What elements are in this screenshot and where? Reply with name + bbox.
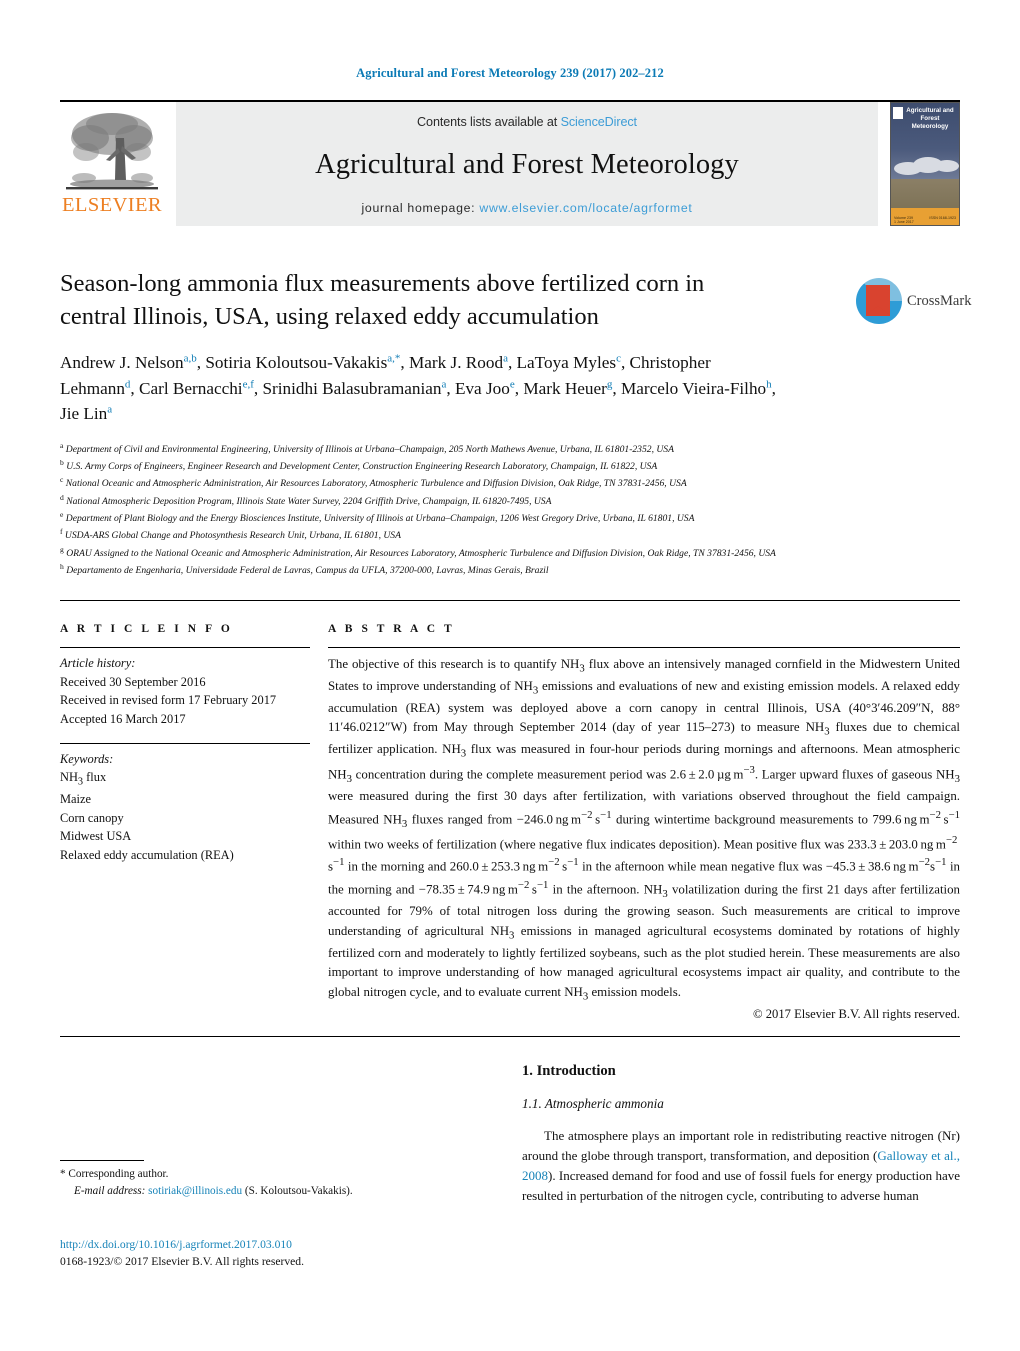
journal-title: Agricultural and Forest Meteorology bbox=[315, 149, 739, 180]
contents-prefix: Contents lists available at bbox=[417, 115, 561, 129]
cover-issn: ISSN 0168-1923 bbox=[929, 216, 956, 220]
keywords-label: Keywords: bbox=[60, 751, 114, 766]
abstract-column: A B S T R A C T The objective of this re… bbox=[328, 623, 960, 1022]
divider-below-abstract bbox=[60, 1036, 960, 1038]
author-list: Andrew J. Nelsona,b, Sotiria Koloutsou-V… bbox=[60, 352, 776, 424]
keywords-wrapper: Keywords: NH3 flux Maize Corn canopy Midwes… bbox=[60, 729, 310, 865]
subsection-heading-atmospheric-ammonia: 1.1. Atmospheric ammonia bbox=[522, 1096, 664, 1112]
article-history-block: Article history: Received 30 September 2… bbox=[60, 648, 310, 728]
email-link[interactable]: sotiriak@illinois.edu bbox=[148, 1185, 242, 1197]
footnote-block: * Corresponding author. E-mail address: … bbox=[60, 1160, 490, 1200]
body-paragraph: The atmosphere plays an important role i… bbox=[522, 1128, 960, 1203]
affiliation-item: h Departamento de Engenharia, Universida… bbox=[60, 561, 549, 577]
affiliation-item: a Department of Civil and Environmental … bbox=[60, 440, 674, 455]
article-history-label: Article history: bbox=[60, 656, 136, 671]
running-head: Agricultural and Forest Meteorology 239 … bbox=[356, 66, 664, 80]
sciencedirect-link[interactable]: ScienceDirect bbox=[561, 115, 637, 129]
article-info-column: A R T I C L E I N F O Article history: R… bbox=[60, 623, 310, 1022]
corresponding-author-note: * Corresponding author. E-mail address: … bbox=[60, 1166, 490, 1200]
crossmark-icon bbox=[856, 278, 902, 324]
keyword-item: Midwest USA bbox=[60, 829, 132, 844]
corresponding-marker: * bbox=[60, 1168, 66, 1180]
doi-link[interactable]: http://dx.doi.org/10.1016/j.agrformet.20… bbox=[60, 1237, 304, 1254]
homepage-prefix: journal homepage: bbox=[361, 201, 480, 215]
doi-block: http://dx.doi.org/10.1016/j.agrformet.20… bbox=[60, 1237, 304, 1271]
keyword-item: Maize bbox=[60, 792, 91, 807]
article-history-item: Accepted 16 March 2017 bbox=[60, 712, 186, 727]
journal-homepage-line: journal homepage: www.elsevier.com/locat… bbox=[362, 201, 693, 215]
abstract-heading: A B S T R A C T bbox=[328, 623, 455, 636]
keyword-item: Corn canopy bbox=[60, 810, 124, 825]
abstract-copyright: © 2017 Elsevier B.V. All rights reserved… bbox=[753, 1007, 960, 1022]
affiliation-item: g ORAU Assigned to the National Oceanic … bbox=[60, 544, 776, 559]
article-history-item: Received 30 September 2016 bbox=[60, 674, 206, 689]
article-history-item: Received in revised form 17 February 201… bbox=[60, 693, 277, 708]
cover-landscape bbox=[891, 178, 959, 208]
keyword-item: NH3 flux bbox=[60, 770, 107, 788]
email-label: E-mail address: bbox=[74, 1184, 146, 1197]
article-info-heading: A R T I C L E I N F O bbox=[60, 623, 233, 636]
article-history-items: Received 30 September 2016 Received in re… bbox=[60, 673, 310, 729]
elsevier-tree-icon bbox=[66, 108, 158, 194]
email-owner: (S. Koloutsou-Vakakis). bbox=[244, 1184, 353, 1197]
abstract-body: The objective of this research is to qua… bbox=[328, 657, 961, 1003]
section-heading-introduction: 1. Introduction bbox=[522, 1063, 616, 1080]
crossmark-badge[interactable]: CrossMark bbox=[856, 272, 971, 330]
info-and-abstract: A R T I C L E I N F O Article history: R… bbox=[60, 623, 960, 1022]
cover-elsevier-mark-icon bbox=[893, 107, 903, 119]
divider-above-abstract bbox=[60, 600, 960, 602]
issn-copyright-line: 0168-1923/© 2017 Elsevier B.V. All right… bbox=[60, 1254, 304, 1268]
corresponding-label: Corresponding author. bbox=[68, 1168, 169, 1180]
journal-homepage-link[interactable]: www.elsevier.com/locate/agrformet bbox=[479, 201, 692, 215]
footnote-divider bbox=[60, 1160, 144, 1161]
journal-cover-thumbnail: Agricultural and Forest Meteorology Volu… bbox=[890, 102, 960, 226]
affiliation-list: a Department of Civil and Environmental … bbox=[60, 440, 940, 579]
page-title: Season-long ammonia flux measurements ab… bbox=[60, 270, 705, 330]
journal-header-band: ELSEVIER Contents lists available at Sci… bbox=[60, 100, 960, 226]
title-area: Season-long ammonia flux measurements ab… bbox=[60, 268, 971, 427]
elsevier-wordmark: ELSEVIER bbox=[62, 194, 162, 216]
affiliation-item: b U.S. Army Corps of Engineers, Engineer… bbox=[60, 457, 658, 473]
keyword-item: Relaxed eddy accumulation (REA) bbox=[60, 848, 234, 863]
cover-title: Agricultural and Forest Meteorology bbox=[906, 107, 954, 130]
crossmark-label: CrossMark bbox=[907, 292, 972, 309]
elsevier-logo: ELSEVIER bbox=[60, 102, 164, 226]
affiliation-item: f USDA-ARS Global Change and Photosynthe… bbox=[60, 527, 401, 542]
journal-header-center: Contents lists available at ScienceDirec… bbox=[176, 102, 878, 226]
body-column-right: 1. Introduction 1.1. Atmospheric ammonia… bbox=[522, 1063, 960, 1205]
affiliation-item: d National Atmospheric Deposition Progra… bbox=[60, 492, 552, 507]
journal-article-page: Agricultural and Forest Meteorology 239 … bbox=[0, 0, 1020, 1351]
keyword-items: NH3 flux Maize Corn canopy Midwest USA Relax… bbox=[60, 768, 310, 864]
cover-volume: Volume 239 1 June 2017 bbox=[894, 216, 914, 224]
affiliation-item: c National Oceanic and Atmospheric Admin… bbox=[60, 475, 687, 490]
cover-issue-info: Volume 239 1 June 2017 ISSN 0168-1923 bbox=[894, 216, 956, 224]
affiliation-item: e Department of Plant Biology and the En… bbox=[60, 509, 695, 525]
contents-available-line: Contents lists available at ScienceDirec… bbox=[417, 115, 637, 129]
